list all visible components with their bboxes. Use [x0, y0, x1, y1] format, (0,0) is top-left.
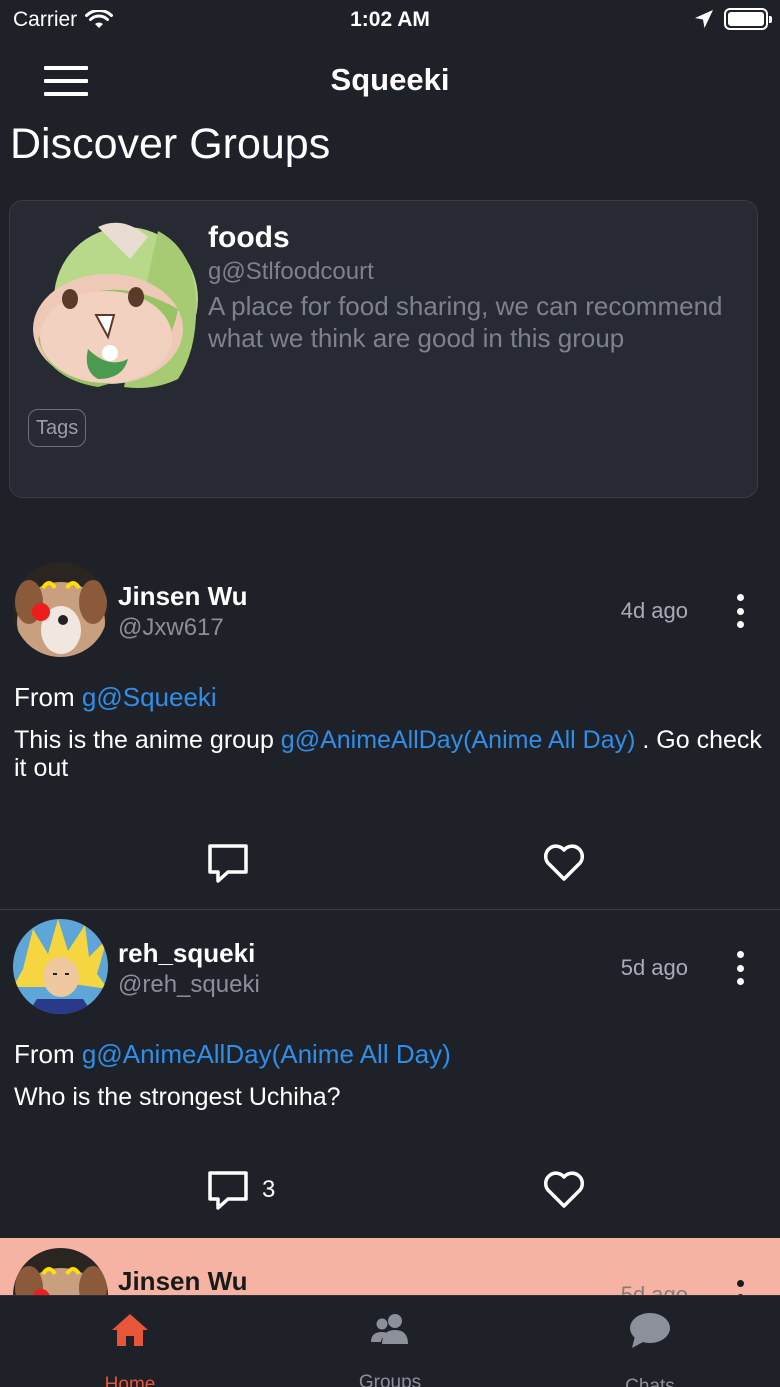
tab-label: Groups: [358, 1372, 422, 1387]
post-author-handle: @Jxw617: [118, 614, 224, 641]
group-description: A place for food sharing, we can recomme…: [208, 291, 723, 353]
source-group-link[interactable]: g@Squeeki: [82, 682, 217, 712]
tab-home[interactable]: Home: [50, 1296, 210, 1387]
comment-button[interactable]: [206, 842, 262, 884]
post-body-text: This is the anime group: [14, 726, 281, 754]
tab-bar: Home Groups Chats: [0, 1295, 780, 1387]
comment-icon: [208, 844, 248, 883]
more-options-icon[interactable]: [730, 594, 750, 628]
comment-count: 3: [262, 1176, 276, 1203]
battery-icon: [724, 8, 772, 30]
heart-icon: [543, 1171, 585, 1208]
post-card: reh_squeki @reh_squeki 5d ago From g@Ani…: [0, 917, 780, 1237]
menu-icon[interactable]: [44, 66, 88, 96]
groups-icon: [371, 1314, 408, 1344]
post-timestamp: 5d ago: [620, 955, 688, 980]
post-author-name[interactable]: reh_squeki: [118, 938, 255, 969]
status-time: 1:02 AM: [350, 8, 430, 31]
avatar[interactable]: [13, 562, 108, 657]
from-label: From: [14, 682, 82, 712]
more-options-icon[interactable]: [730, 1280, 750, 1295]
post-author-name[interactable]: Jinsen Wu: [118, 581, 248, 612]
like-button[interactable]: [542, 842, 586, 882]
tab-label: Home: [104, 1374, 156, 1387]
group-card[interactable]: foods g@Stlfoodcourt A place for food sh…: [9, 200, 758, 498]
post-source: From g@Squeeki: [14, 682, 217, 713]
app-title: Squeeki: [330, 62, 450, 97]
avatar[interactable]: [13, 1248, 108, 1295]
source-group-link[interactable]: g@AnimeAllDay(Anime All Day): [82, 1039, 451, 1069]
comment-icon: [208, 1171, 248, 1210]
post-author-handle: @reh_squeki: [118, 971, 260, 998]
tab-groups[interactable]: Groups: [310, 1296, 470, 1387]
tab-chats[interactable]: Chats: [570, 1296, 730, 1387]
post-source: From g@AnimeAllDay(Anime All Day): [14, 1039, 451, 1070]
tab-label: Chats: [625, 1376, 675, 1387]
post-author-name[interactable]: Jinsen Wu: [118, 1266, 248, 1295]
location-arrow-icon: [695, 10, 713, 28]
post-card: Jinsen Wu @Jxw617 4d ago From g@Squeeki …: [0, 560, 780, 909]
group-mention-link[interactable]: g@AnimeAllDay(Anime All Day): [281, 726, 636, 754]
home-icon: [112, 1314, 148, 1346]
post-card-highlighted: Jinsen Wu 5d ago: [0, 1238, 780, 1295]
post-timestamp: 4d ago: [620, 598, 688, 623]
chat-bubble-icon: [630, 1313, 670, 1348]
nav-bar: Squeeki: [0, 50, 780, 110]
group-name: foods: [208, 221, 290, 254]
group-handle: g@Stlfoodcourt: [208, 258, 374, 285]
from-label: From: [14, 1039, 82, 1069]
post-timestamp: 5d ago: [620, 1282, 688, 1295]
page-title: Discover Groups: [10, 120, 331, 168]
post-body: This is the anime group g@AnimeAllDay(An…: [14, 726, 764, 782]
like-button[interactable]: [542, 1169, 586, 1209]
divider: [0, 909, 780, 910]
post-body: Who is the strongest Uchiha?: [14, 1083, 341, 1111]
status-right: [694, 8, 772, 30]
tags-chip[interactable]: Tags: [28, 409, 87, 447]
status-bar: Carrier 1:02 AM: [0, 0, 780, 40]
more-options-icon[interactable]: [730, 951, 750, 985]
avatar[interactable]: [13, 919, 108, 1014]
heart-icon: [543, 844, 585, 881]
comment-button[interactable]: 3: [206, 1169, 275, 1211]
group-avatar: [33, 222, 198, 388]
